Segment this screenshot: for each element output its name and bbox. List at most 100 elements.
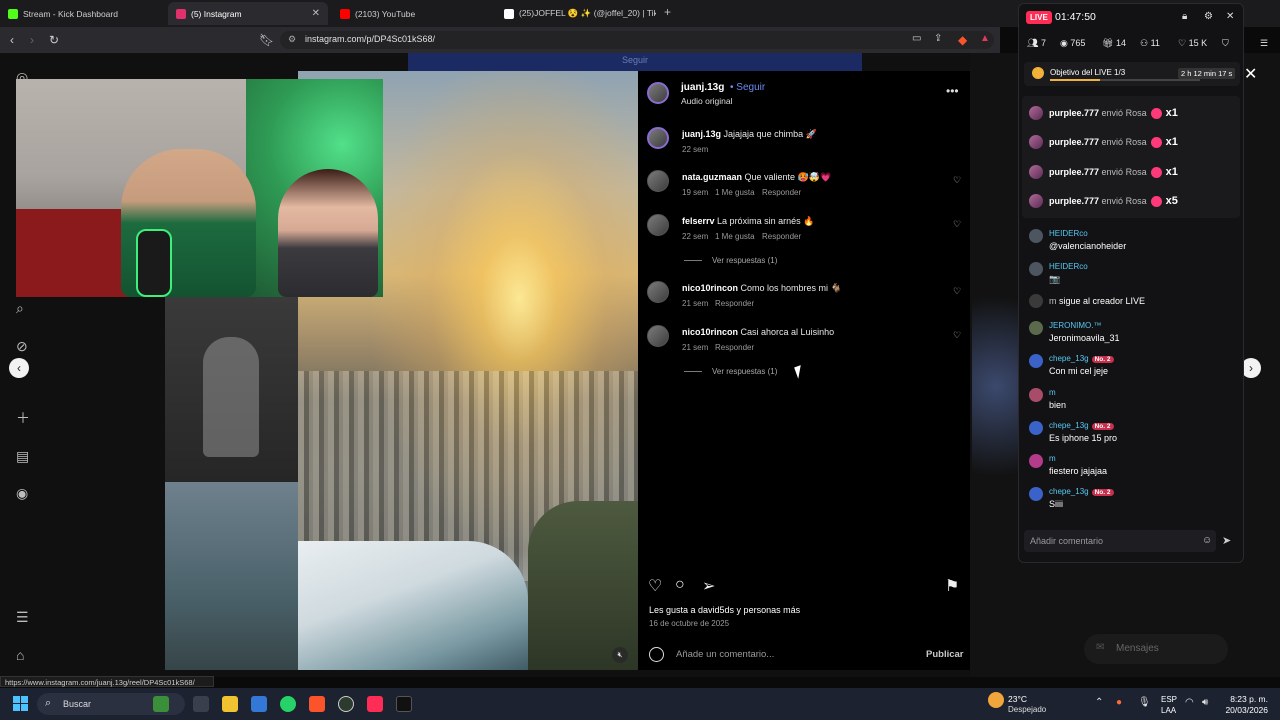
chat-avatar[interactable] (1029, 487, 1043, 501)
chat-avatar[interactable] (1029, 421, 1043, 435)
also-from-meta-icon[interactable]: ⌂ (16, 647, 24, 663)
back-icon[interactable]: ‹ (10, 33, 14, 47)
like-comment-icon[interactable]: ♡ (953, 219, 961, 230)
chat-username[interactable]: chepe_13g No. 2 (1049, 421, 1114, 430)
threads-icon[interactable]: ◉ (16, 485, 28, 502)
like-comment-icon[interactable]: ♡ (953, 330, 961, 341)
weather-desc[interactable]: Despejado (1008, 705, 1046, 714)
tab-instagram[interactable]: (5) Instagram ✕ (168, 2, 328, 25)
brave-icon[interactable] (309, 696, 325, 712)
app-tray-icon[interactable]: ● (1116, 697, 1122, 708)
obs-icon[interactable] (338, 696, 354, 712)
chat-avatar[interactable] (1029, 454, 1043, 468)
reply-link[interactable]: Responder (715, 299, 754, 308)
avatar[interactable] (647, 127, 669, 149)
chat-username[interactable]: chepe_13g No. 2 (1049, 487, 1114, 496)
store-icon[interactable] (251, 696, 267, 712)
gift-avatar[interactable] (1029, 165, 1043, 179)
avatar[interactable] (647, 82, 669, 104)
send-icon[interactable]: ➤ (1222, 534, 1231, 547)
close-tab-icon[interactable]: ✕ (312, 8, 320, 19)
menu-icon[interactable]: ☰ (16, 609, 29, 626)
chat-username[interactable]: m (1049, 296, 1057, 306)
emoji-icon[interactable]: ☺ (1202, 535, 1212, 546)
site-info-icon[interactable]: ⚙︎ (288, 34, 296, 45)
emoji-icon[interactable] (649, 647, 664, 662)
whatsapp-icon[interactable] (280, 696, 296, 712)
close-chat-icon[interactable]: ✕ (1226, 11, 1234, 22)
settings-icon[interactable]: ⚙︎ (1204, 11, 1213, 22)
keyboard-layout[interactable]: LAA (1161, 706, 1176, 715)
gift-avatar[interactable] (1029, 135, 1043, 149)
next-arrow-icon[interactable]: › (1241, 358, 1261, 378)
tiktok-live-studio-icon[interactable] (367, 696, 383, 712)
likes-summary[interactable]: Les gusta a david5ds y personas más (649, 605, 800, 615)
avatar[interactable] (647, 214, 669, 236)
reply-link[interactable]: Responder (762, 232, 801, 241)
comment-likes[interactable]: 1 Me gusta (715, 232, 755, 241)
file-explorer-icon[interactable] (222, 696, 238, 712)
share-icon[interactable]: ➢ (702, 576, 715, 596)
avatar[interactable] (647, 281, 669, 303)
explore-icon[interactable]: ⊘ (16, 338, 28, 355)
shield-icon[interactable]: ⛉ (1222, 38, 1229, 49)
chat-avatar[interactable] (1029, 262, 1043, 276)
gift-sender[interactable]: purplee.777 (1049, 167, 1099, 177)
menu-icon[interactable]: ☰ (1260, 38, 1268, 49)
comment-username[interactable]: juanj.13g (682, 129, 721, 139)
post-username[interactable]: juanj.13g (681, 82, 724, 93)
dashboard-icon[interactable]: ▤ (16, 448, 29, 465)
publish-button[interactable]: Publicar (926, 649, 964, 660)
chat-avatar[interactable] (1029, 354, 1043, 368)
chat-username[interactable]: JERONIMO.™ (1049, 321, 1101, 330)
reload-icon[interactable]: ↻ (49, 33, 59, 47)
chat-username[interactable]: m (1049, 388, 1056, 397)
create-icon[interactable]: ＋ (16, 408, 30, 428)
start-button[interactable] (13, 696, 29, 712)
comment-username[interactable]: nico10rincon (682, 327, 738, 337)
tab-kick[interactable]: Stream - Kick Dashboard (0, 2, 166, 25)
mute-icon[interactable]: 🔇︎ (612, 647, 628, 663)
view-replies-link[interactable]: Ver respuestas (1) (684, 256, 777, 265)
comment-icon[interactable]: ○ (675, 576, 685, 594)
chat-avatar[interactable] (1029, 388, 1043, 402)
like-comment-icon[interactable]: ♡ (953, 286, 961, 297)
share-icon[interactable]: ⇪ (934, 33, 942, 44)
gift-avatar[interactable] (1029, 194, 1043, 208)
brave-rewards-icon[interactable]: ▲ (980, 33, 990, 44)
address-bar[interactable]: ⚙︎ instagram.com/p/DP4Sc01kS68/ (280, 31, 994, 49)
new-tab-button[interactable]: + (664, 5, 671, 19)
wifi-icon[interactable]: ◠ (1185, 697, 1194, 708)
reply-link[interactable]: Responder (715, 343, 754, 352)
volume-icon[interactable]: 🔊︎ (1202, 697, 1208, 708)
like-comment-icon[interactable]: ♡ (953, 175, 961, 186)
view-replies-link[interactable]: Ver respuestas (1) (684, 367, 777, 376)
chat-username[interactable]: m (1049, 454, 1056, 463)
save-icon[interactable]: ⚑ (945, 576, 959, 596)
clock-time[interactable]: 8:23 p. m. (1228, 694, 1268, 704)
task-view-icon[interactable] (193, 696, 209, 712)
tab-youtube[interactable]: (2103) YouTube (332, 2, 492, 25)
brave-shield-icon[interactable]: ◆ (958, 33, 967, 47)
comment-likes[interactable]: 1 Me gusta (715, 188, 755, 197)
tab-tiktok[interactable]: (25)JOFFEL 😵 ✨ (@joffel_20) | TikTok (496, 2, 656, 25)
cast-icon[interactable]: ▭ (912, 33, 921, 44)
chat-username[interactable]: chepe_13g No. 2 (1049, 354, 1114, 363)
mic-icon[interactable]: 🎙︎ (1138, 697, 1151, 708)
search-icon[interactable]: ⌕ (16, 300, 24, 317)
clock-date[interactable]: 20/03/2026 (1218, 705, 1268, 715)
close-icon[interactable]: ✕ (1244, 64, 1257, 84)
more-options-icon[interactable]: ••• (946, 84, 959, 98)
chat-avatar[interactable] (1029, 294, 1043, 308)
language-code[interactable]: ESP (1161, 695, 1177, 704)
widget-icon[interactable] (153, 696, 169, 712)
avatar[interactable] (647, 325, 669, 347)
reply-link[interactable]: Responder (762, 188, 801, 197)
gift-sender[interactable]: purplee.777 (1049, 196, 1099, 206)
tiktok-icon[interactable] (396, 696, 412, 712)
chat-username[interactable]: HEIDERco (1049, 262, 1088, 271)
weather-temp[interactable]: 23°C (1008, 694, 1027, 704)
chat-avatar[interactable] (1029, 321, 1043, 335)
comment-username[interactable]: nata.guzmaan (682, 172, 742, 182)
gift-sender[interactable]: purplee.777 (1049, 137, 1099, 147)
